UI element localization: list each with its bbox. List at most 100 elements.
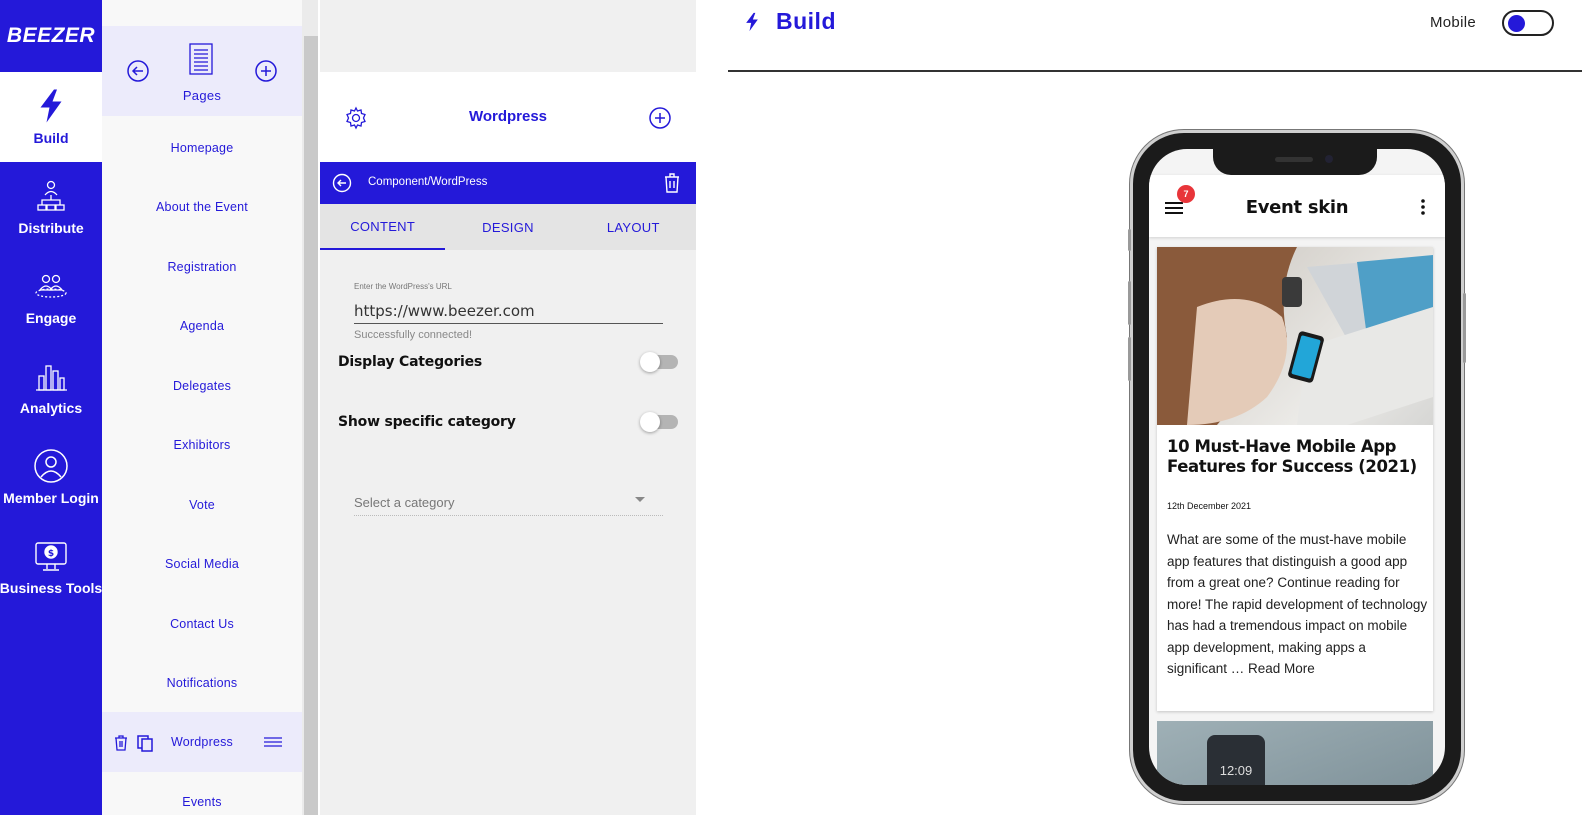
tab-layout[interactable]: LAYOUT: [571, 204, 696, 250]
mobile-toggle[interactable]: [1502, 10, 1554, 36]
display-categories-label: Display Categories: [338, 354, 483, 370]
header-divider: [728, 70, 1582, 72]
page-item-events[interactable]: Events: [102, 772, 302, 815]
display-categories-toggle[interactable]: [640, 352, 678, 372]
nav-item-business-tools[interactable]: $ Business Tools: [0, 522, 102, 612]
pages-panel: Pages Homepage About the Event Registrat…: [102, 0, 302, 815]
show-specific-category-row: Show specific category: [338, 410, 678, 434]
pages-title: Pages: [182, 88, 222, 103]
back-arrow-icon[interactable]: [126, 59, 150, 83]
lightning-icon: [40, 89, 62, 123]
page-item-homepage[interactable]: Homepage: [102, 118, 302, 178]
drag-handle-icon[interactable]: [264, 736, 282, 748]
page-label: Social Media: [165, 557, 239, 571]
page-label: Events: [182, 795, 222, 809]
page-label: Wordpress: [170, 735, 233, 749]
post-image-time: 12:09: [1219, 763, 1253, 778]
pages-icon: [189, 43, 213, 75]
post-title[interactable]: 10 Must-Have Mobile App Features for Suc…: [1167, 437, 1425, 477]
engage-icon: [35, 274, 67, 298]
lightning-icon: [746, 12, 758, 31]
panel-tabs: CONTENT DESIGN LAYOUT: [320, 204, 696, 250]
page-item-actions: [112, 734, 154, 752]
page-item-wordpress[interactable]: Wordpress: [102, 712, 302, 772]
page-label: Vote: [189, 498, 215, 512]
nav-item-member-login[interactable]: Member Login: [0, 432, 102, 522]
distribute-icon: [37, 180, 65, 211]
member-icon: [34, 449, 68, 483]
tab-design[interactable]: DESIGN: [445, 204, 570, 250]
page-item-social-media[interactable]: Social Media: [102, 534, 302, 594]
mobile-label: Mobile: [1430, 14, 1476, 31]
phone-volume-button: [1128, 337, 1131, 381]
url-field-label: Enter the WordPress's URL: [354, 282, 452, 291]
pages-scrollbar[interactable]: [302, 0, 318, 815]
page-item-contact-us[interactable]: Contact Us: [102, 594, 302, 654]
page-label: Registration: [167, 260, 237, 274]
preview-title: Build: [776, 8, 836, 34]
category-select[interactable]: Select a category: [354, 488, 663, 516]
toggle-knob: [640, 412, 660, 432]
add-component-icon[interactable]: [648, 106, 672, 130]
app-title: Event skin: [1245, 197, 1349, 218]
page-item-vote[interactable]: Vote: [102, 475, 302, 535]
page-label: Exhibitors: [173, 438, 231, 452]
post-card[interactable]: 10 Must-Have Mobile App Features for Suc…: [1157, 247, 1433, 711]
preview-header: Build: [742, 8, 836, 35]
post-date: 12th December 2021: [1167, 501, 1252, 511]
post-card[interactable]: 12:09: [1157, 721, 1433, 785]
post-image: [1157, 247, 1433, 425]
trash-icon[interactable]: [662, 172, 682, 194]
main-nav: BEEZER Build Distribute Engage Analytics…: [0, 0, 102, 815]
page-label: About the Event: [156, 200, 248, 214]
component-settings-panel: Wordpress Component/WordPress CONTENT DE…: [320, 0, 696, 815]
wordpress-url-input[interactable]: [354, 298, 663, 324]
pages-header: Pages: [102, 26, 302, 116]
duplicate-icon[interactable]: [136, 734, 154, 752]
toggle-knob: [1508, 15, 1525, 32]
back-arrow-icon[interactable]: [332, 173, 352, 193]
page-label: Agenda: [179, 319, 225, 333]
display-categories-row: Display Categories: [338, 350, 678, 374]
add-page-icon[interactable]: [254, 59, 278, 83]
page-item-delegates[interactable]: Delegates: [102, 356, 302, 416]
component-path: Component/WordPress: [368, 176, 488, 188]
page-label: Notifications: [166, 676, 238, 690]
phone-volume-button: [1128, 281, 1131, 325]
component-bar: Component/WordPress: [320, 162, 696, 204]
nav-label: Build: [33, 130, 69, 146]
show-specific-category-label: Show specific category: [338, 414, 516, 430]
chevron-down-icon: [635, 497, 645, 502]
preview-area: Build Mobile 7 Event skin 10 Must-Have M…: [696, 0, 1582, 815]
nav-label: Member Login: [3, 490, 99, 506]
tab-content[interactable]: CONTENT: [320, 204, 446, 250]
svg-text:$: $: [48, 549, 54, 559]
app-bar: 7 Event skin: [1149, 175, 1445, 237]
phone-power-button: [1463, 293, 1466, 363]
page-label: Homepage: [170, 141, 234, 155]
business-icon: $: [35, 542, 67, 571]
phone-notch: [1213, 149, 1377, 175]
page-item-notifications[interactable]: Notifications: [102, 653, 302, 713]
scrollbar-thumb[interactable]: [304, 36, 318, 815]
beezer-logo: BEEZER: [6, 24, 96, 47]
nav-item-distribute[interactable]: Distribute: [0, 162, 102, 252]
page-item-exhibitors[interactable]: Exhibitors: [102, 415, 302, 475]
nav-item-analytics[interactable]: Analytics: [0, 342, 102, 432]
category-select-value: Select a category: [354, 495, 455, 510]
page-item-agenda[interactable]: Agenda: [102, 296, 302, 356]
nav-item-engage[interactable]: Engage: [0, 252, 102, 342]
panel-title: Wordpress: [468, 108, 548, 125]
page-item-registration[interactable]: Registration: [102, 237, 302, 297]
page-item-about[interactable]: About the Event: [102, 177, 302, 237]
nav-label: Analytics: [19, 400, 83, 416]
phone-mockup: 7 Event skin 10 Must-Have Mobile App Fea…: [1128, 130, 1466, 804]
phone-speaker: [1275, 157, 1313, 162]
trash-icon[interactable]: [112, 734, 130, 752]
show-specific-category-toggle[interactable]: [640, 412, 678, 432]
nav-item-build[interactable]: Build: [0, 72, 102, 162]
panel-header: Wordpress: [320, 72, 696, 162]
analytics-icon: [36, 365, 67, 391]
nav-label: Engage: [25, 310, 77, 326]
more-options-icon[interactable]: [1421, 199, 1425, 215]
